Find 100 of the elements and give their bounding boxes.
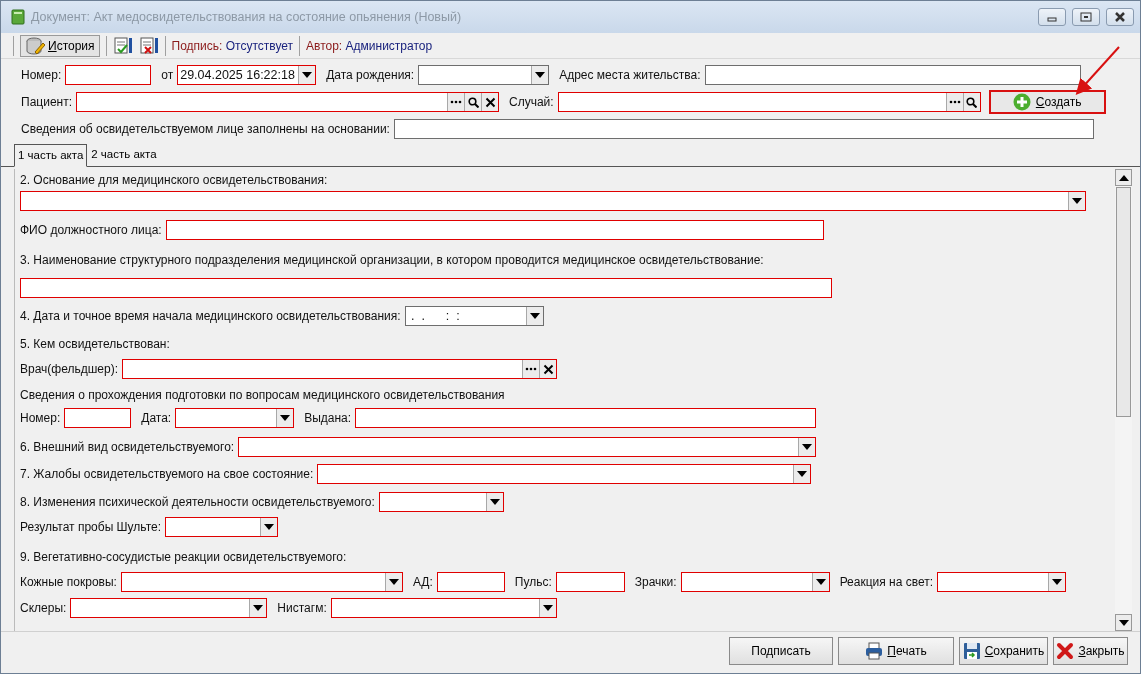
- close-button[interactable]: [1106, 8, 1134, 26]
- field-label: АД:: [412, 574, 433, 591]
- lookup-field[interactable]: [122, 359, 558, 379]
- field-label: ФИО должностного лица:: [20, 222, 162, 239]
- input-field[interactable]: [165, 220, 824, 240]
- author-name: Администратор: [345, 38, 433, 53]
- database-icon: [25, 36, 45, 55]
- lookup-field[interactable]: [557, 92, 981, 112]
- dropdown-field[interactable]: [175, 408, 295, 428]
- minimize-button[interactable]: [1038, 8, 1066, 26]
- field-label: 6. Внешний вид освидетельствуемого:: [20, 439, 235, 456]
- field-label: 8. Изменения психической деятельности освидетельствуемого:: [20, 494, 375, 511]
- create-button[interactable]: Создать: [988, 90, 1106, 114]
- document-icon: [11, 9, 25, 25]
- field-label: Врач(фельдшер):: [20, 361, 119, 378]
- dropdown-field[interactable]: [418, 65, 550, 85]
- input-field[interactable]: [20, 278, 832, 298]
- printer-icon: [865, 641, 884, 660]
- maximize-button[interactable]: [1072, 8, 1100, 26]
- dropdown-button[interactable]: [249, 599, 267, 617]
- dropdown-field[interactable]: [680, 572, 830, 592]
- field-label: Нистагм:: [277, 600, 327, 617]
- dropdown-button[interactable]: [260, 518, 277, 536]
- dropdown-field[interactable]: [330, 598, 557, 618]
- dropdown-field[interactable]: [20, 191, 1086, 211]
- dropdown-field[interactable]: [238, 437, 817, 457]
- tab[interactable]: 2 часть акта: [87, 142, 161, 166]
- dropdown-button[interactable]: [1048, 573, 1066, 591]
- section-heading: 2. Основание для медицинского освидетельствования:: [20, 172, 328, 189]
- section-heading: 5. Кем освидетельствован:: [20, 336, 170, 353]
- input-field[interactable]: [64, 408, 132, 428]
- section-heading: 3. Наименование структурного подразделения медицинской организации, в котором проводится медицинское освидетельствование:: [20, 252, 764, 269]
- more-button[interactable]: [522, 360, 540, 378]
- clear-button[interactable]: [481, 93, 498, 111]
- field-label: 4. Дата и точное время начала медицинского освидетельствования:: [20, 308, 401, 325]
- signature-label: Подпись:: [171, 38, 223, 53]
- sign-cross-icon[interactable]: [138, 35, 159, 56]
- search-button[interactable]: [464, 93, 481, 111]
- more-button[interactable]: [447, 93, 464, 111]
- close-icon: [1113, 11, 1127, 23]
- window-title: Документ: Акт медосвидетельствования на состояние опьянения (Новый): [31, 8, 463, 26]
- dropdown-field[interactable]: [120, 572, 403, 592]
- input-field[interactable]: [555, 572, 625, 592]
- author-label: Автор:: [306, 38, 343, 53]
- print-button[interactable]: Печать: [838, 636, 954, 665]
- maximize-icon: [1079, 11, 1093, 23]
- dots-icon: [948, 100, 961, 104]
- signature-status: Отсутствует: [225, 38, 294, 53]
- input-field[interactable]: [393, 119, 1094, 139]
- dropdown-button[interactable]: [525, 307, 543, 325]
- close-icon: [542, 363, 554, 375]
- section-heading: Сведения о прохождения подготовки по вопросам медицинского освидетельствования: [20, 387, 505, 404]
- field-label: Номер:: [20, 410, 61, 427]
- input-field[interactable]: [704, 65, 1081, 85]
- field-label: Выдана:: [304, 410, 352, 427]
- field-label: Кожные покровы:: [20, 574, 117, 591]
- dropdown-field[interactable]: [317, 464, 812, 484]
- field-label: Адрес места жительства:: [559, 67, 701, 84]
- field-label: Сведения об освидетельствуемом лице заполнены на основании:: [21, 121, 390, 138]
- field-label: Пульс:: [514, 574, 552, 591]
- clear-button[interactable]: [539, 360, 557, 378]
- history-button[interactable]: История: [20, 34, 100, 57]
- dropdown-field[interactable]: 29.04.2025 16:22:18: [177, 65, 317, 85]
- field-label: Случай:: [509, 94, 554, 111]
- dropdown-button[interactable]: [793, 465, 811, 483]
- field-label: Склеры:: [20, 600, 67, 617]
- close-icon: [484, 96, 496, 108]
- sign-button[interactable]: Подписать: [729, 636, 833, 665]
- input-field[interactable]: [436, 572, 505, 592]
- dropdown-button[interactable]: [531, 66, 549, 84]
- input-field[interactable]: [355, 408, 817, 428]
- save-button[interactable]: Сохранить: [959, 636, 1048, 665]
- field-label: Пациент:: [21, 94, 72, 111]
- dropdown-button[interactable]: [485, 493, 503, 511]
- sign-check-icon[interactable]: [112, 35, 133, 56]
- dropdown-field[interactable]: [937, 572, 1067, 592]
- dropdown-field[interactable]: . . : :: [404, 306, 544, 326]
- dropdown-field[interactable]: [378, 492, 504, 512]
- field-label: Номер:: [21, 67, 62, 84]
- close-icon: [1056, 641, 1075, 660]
- lookup-field[interactable]: [76, 92, 499, 112]
- scrollbar[interactable]: [1115, 169, 1132, 631]
- dropdown-button[interactable]: [811, 573, 829, 591]
- field-label: Дата:: [141, 410, 172, 427]
- dropdown-button[interactable]: [798, 438, 816, 456]
- dots-icon: [450, 100, 462, 104]
- dropdown-button[interactable]: [276, 409, 294, 427]
- field-label: Реакция на свет:: [839, 574, 934, 591]
- dropdown-field[interactable]: [165, 517, 278, 537]
- dropdown-button[interactable]: [384, 573, 402, 591]
- close-button[interactable]: Закрыть: [1053, 636, 1128, 665]
- tab[interactable]: 1 часть акта: [14, 143, 88, 167]
- dropdown-button[interactable]: [298, 66, 316, 84]
- dropdown-button[interactable]: [538, 599, 556, 617]
- more-button[interactable]: [945, 93, 963, 111]
- dropdown-button[interactable]: [1068, 192, 1085, 210]
- field-label: Результат пробы Шульте:: [20, 519, 161, 536]
- dropdown-field[interactable]: [70, 598, 268, 618]
- section-heading: 9. Вегетативно-сосудистые реакции освидетельствуемого:: [20, 549, 347, 566]
- input-field[interactable]: [65, 65, 152, 85]
